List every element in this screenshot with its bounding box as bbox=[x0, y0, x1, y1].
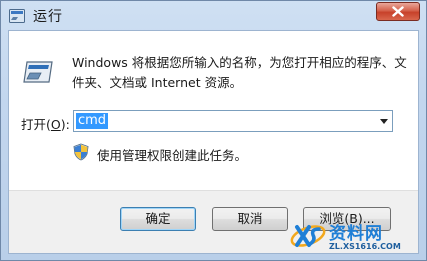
run-icon bbox=[21, 58, 55, 86]
cancel-button[interactable]: 取消 bbox=[212, 207, 288, 231]
watermark-title: 资料网 bbox=[329, 224, 383, 244]
window-title: 运行 bbox=[33, 9, 63, 25]
command-combobox[interactable]: cmd bbox=[73, 110, 393, 132]
open-label-suffix: ): bbox=[60, 117, 70, 132]
watermark-logo bbox=[289, 219, 327, 253]
run-icon bbox=[9, 8, 25, 23]
open-label: 打开(O): bbox=[21, 114, 70, 133]
admin-note: 使用管理权限创建此任务。 bbox=[97, 148, 248, 163]
ok-button[interactable]: 确定 bbox=[120, 207, 196, 231]
command-input[interactable]: cmd bbox=[76, 113, 109, 129]
close-icon bbox=[392, 6, 404, 17]
close-button[interactable] bbox=[376, 2, 420, 21]
chevron-down-icon[interactable] bbox=[380, 119, 388, 124]
open-label-accelerator: O bbox=[50, 117, 61, 132]
shield-icon bbox=[73, 143, 89, 161]
watermark: 资料网 ZL.XS1616.COM bbox=[289, 217, 421, 257]
watermark-url: ZL.XS1616.COM bbox=[329, 242, 401, 251]
title-bar[interactable]: 运行 bbox=[1, 1, 426, 29]
dialog-description: Windows 将根据您所输入的名称，为您打开相应的程序、文件夹、文档或 Int… bbox=[72, 55, 407, 90]
open-label-prefix: 打开( bbox=[21, 117, 51, 132]
